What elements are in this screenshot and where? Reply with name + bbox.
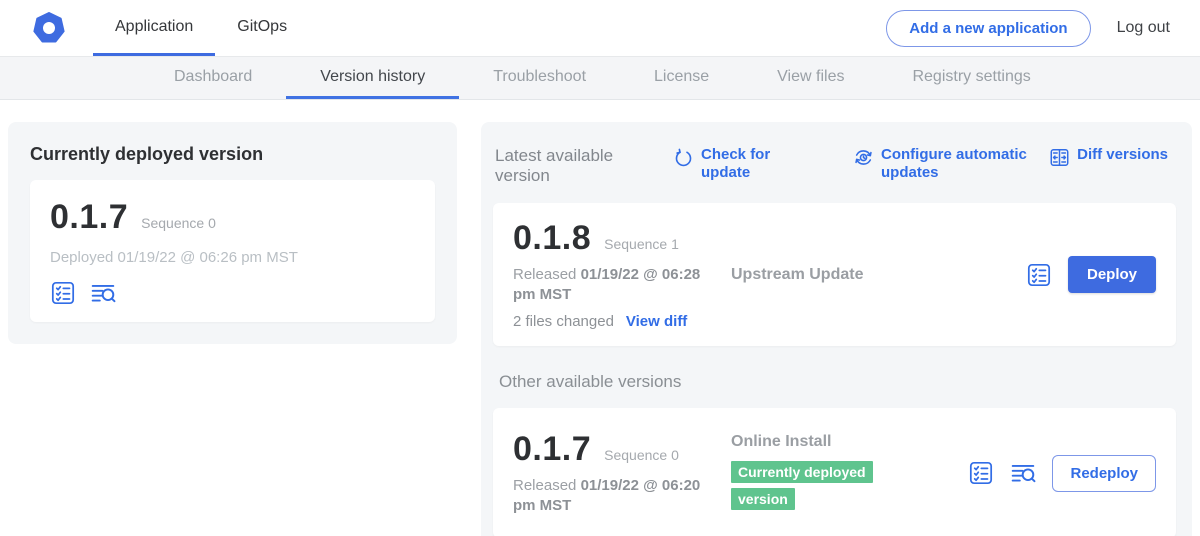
other-released-timestamp: Released 01/19/22 @ 06:20 pm MST: [513, 476, 718, 517]
currently-deployed-title: Currently deployed version: [30, 144, 435, 165]
currently-deployed-card: Currently deployed version 0.1.7 Sequenc…: [8, 122, 457, 344]
latest-version-info: 0.1.8 Sequence 1 Released 01/19/22 @ 06:…: [513, 219, 723, 331]
deployed-version-card: 0.1.7 Sequence 0 Deployed 01/19/22 @ 06:…: [30, 180, 435, 322]
latest-version-source: Upstream Update: [723, 266, 1014, 284]
panel-header: Latest available version Check for updat…: [493, 138, 1176, 187]
tab-application-label: Application: [115, 18, 193, 36]
view-logs-icon[interactable]: [1010, 460, 1036, 486]
other-version-info: 0.1.7 Sequence 0 Released 01/19/22 @ 06:…: [513, 430, 723, 517]
refresh-icon: [673, 147, 694, 168]
app-logo[interactable]: [33, 0, 65, 56]
view-diff-link[interactable]: View diff: [626, 313, 687, 330]
tab-application[interactable]: Application: [93, 0, 215, 56]
latest-sequence-label: Sequence 1: [604, 236, 679, 252]
kots-logo-icon: [33, 12, 65, 44]
subnav-dashboard-label: Dashboard: [174, 68, 252, 86]
subnav-license-label: License: [654, 68, 709, 86]
diff-icon: [1049, 147, 1070, 168]
latest-version-row: 0.1.8 Sequence 1 Released 01/19/22 @ 06:…: [493, 203, 1176, 347]
upstream-update-label: Upstream Update: [731, 266, 1014, 284]
subnav-version-history[interactable]: Version history: [286, 57, 459, 99]
configure-automatic-updates-button[interactable]: Configure automatic updates: [853, 146, 1046, 182]
subnav-registry-settings-label: Registry settings: [912, 68, 1030, 86]
subnav-dashboard[interactable]: Dashboard: [140, 57, 286, 99]
app-subnav: Dashboard Version history Troubleshoot L…: [0, 57, 1200, 100]
latest-released-timestamp: Released 01/19/22 @ 06:28 pm MST: [513, 265, 718, 306]
latest-available-title: Latest available version: [495, 146, 635, 187]
available-versions-panel: Latest available version Check for updat…: [481, 122, 1192, 536]
view-logs-icon[interactable]: [90, 280, 116, 306]
online-install-label: Online Install: [731, 433, 956, 451]
subnav-view-files-label: View files: [777, 68, 844, 86]
other-available-versions-title: Other available versions: [499, 372, 1176, 392]
other-sequence-label: Sequence 0: [604, 447, 679, 463]
topbar-right: Add a new application Log out: [886, 0, 1170, 56]
subnav-troubleshoot-label: Troubleshoot: [493, 68, 586, 86]
check-for-update-button[interactable]: Check for update: [673, 146, 781, 182]
subnav-view-files[interactable]: View files: [743, 57, 878, 99]
currently-deployed-badge: Currently deployed version: [731, 461, 873, 509]
tab-gitops-label: GitOps: [237, 18, 287, 36]
deployed-sequence-label: Sequence 0: [141, 215, 216, 231]
tab-gitops[interactable]: GitOps: [215, 0, 309, 56]
deployed-version-number: 0.1.7: [50, 198, 128, 237]
released-prefix: Released: [513, 477, 576, 494]
configure-automatic-updates-label: Configure automatic updates: [881, 146, 1046, 182]
preflight-checklist-icon[interactable]: [968, 460, 994, 486]
logout-link[interactable]: Log out: [1117, 19, 1170, 37]
files-changed-label: 2 files changed: [513, 313, 614, 330]
app-window: Application GitOps Add a new application…: [0, 0, 1200, 536]
auto-update-clock-icon: [853, 147, 874, 168]
top-navbar: Application GitOps Add a new application…: [0, 0, 1200, 57]
top-tabs: Application GitOps: [93, 0, 309, 56]
main-content: Currently deployed version 0.1.7 Sequenc…: [0, 100, 1200, 536]
preflight-checklist-icon[interactable]: [50, 280, 76, 306]
deploy-button[interactable]: Deploy: [1068, 256, 1156, 293]
latest-version-number: 0.1.8: [513, 219, 591, 258]
released-prefix: Released: [513, 266, 576, 283]
other-version-source: Online Install Currently deployed versio…: [723, 433, 956, 513]
other-version-number: 0.1.7: [513, 430, 591, 469]
deployed-timestamp: Deployed 01/19/22 @ 06:26 pm MST: [50, 249, 415, 266]
subnav-version-history-label: Version history: [320, 68, 425, 86]
subnav-registry-settings[interactable]: Registry settings: [878, 57, 1064, 99]
redeploy-button[interactable]: Redeploy: [1052, 455, 1156, 492]
latest-version-actions: Deploy: [1026, 256, 1156, 293]
subnav-troubleshoot[interactable]: Troubleshoot: [459, 57, 620, 99]
other-version-actions: Redeploy: [968, 455, 1156, 492]
other-version-row: 0.1.7 Sequence 0 Released 01/19/22 @ 06:…: [493, 408, 1176, 536]
diff-versions-button[interactable]: Diff versions: [1049, 146, 1168, 168]
preflight-checklist-icon[interactable]: [1026, 262, 1052, 288]
add-new-application-button[interactable]: Add a new application: [886, 10, 1090, 47]
diff-versions-label: Diff versions: [1077, 146, 1168, 164]
check-for-update-label: Check for update: [701, 146, 781, 182]
subnav-license[interactable]: License: [620, 57, 743, 99]
